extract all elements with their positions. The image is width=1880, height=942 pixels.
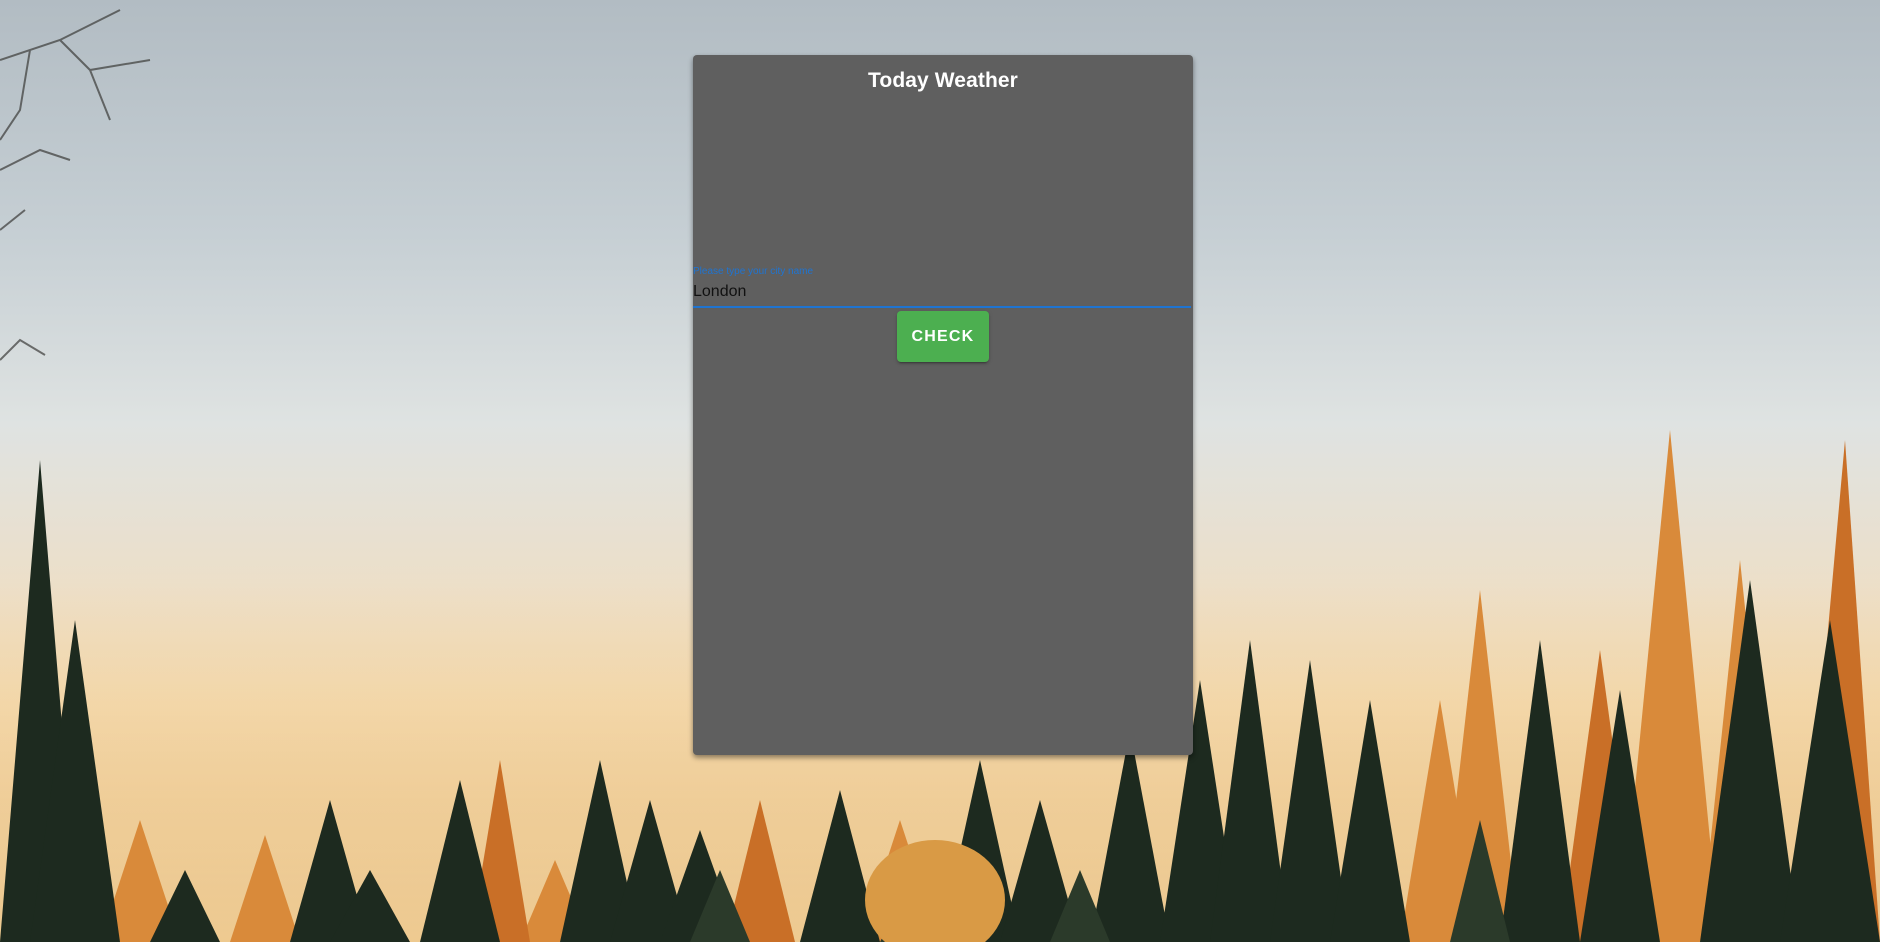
weather-card: Today Weather Please type your city name… [693,55,1193,755]
city-field-underline [693,306,1191,308]
city-field: Please type your city name [693,262,1191,310]
city-field-label: Please type your city name [693,266,814,277]
card-title: Today Weather [868,69,1018,92]
city-input[interactable] [693,280,1191,304]
check-button[interactable]: CHECK [897,311,989,362]
